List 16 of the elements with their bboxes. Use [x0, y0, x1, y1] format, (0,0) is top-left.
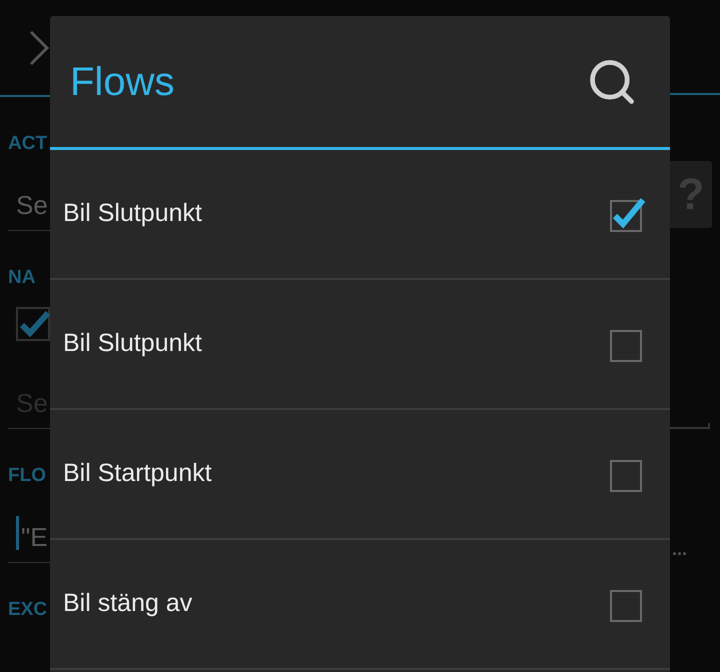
- list-item[interactable]: Bil Slutpunkt: [50, 150, 670, 280]
- dialog-title: Flows: [70, 58, 174, 106]
- item-label: Bil stäng av: [63, 588, 192, 620]
- checkbox[interactable]: [16, 307, 50, 343]
- list-item[interactable]: Bil Startpunkt: [50, 410, 670, 540]
- overflow-text: ...: [672, 539, 688, 559]
- list-item[interactable]: Bil stäng av: [50, 540, 670, 670]
- list-item[interactable]: Bil Slutpunkt: [50, 280, 670, 410]
- section-header: EXC: [8, 600, 48, 619]
- item-label: Bil Startpunkt: [63, 458, 212, 490]
- section-header: NA: [8, 268, 36, 287]
- section-header: FLO: [8, 466, 46, 485]
- item-label: Bil Slutpunkt: [63, 198, 202, 230]
- item-label: Bil Slutpunkt: [63, 328, 202, 360]
- section-header: ACT: [8, 134, 48, 153]
- chevron-icon[interactable]: [28, 30, 50, 66]
